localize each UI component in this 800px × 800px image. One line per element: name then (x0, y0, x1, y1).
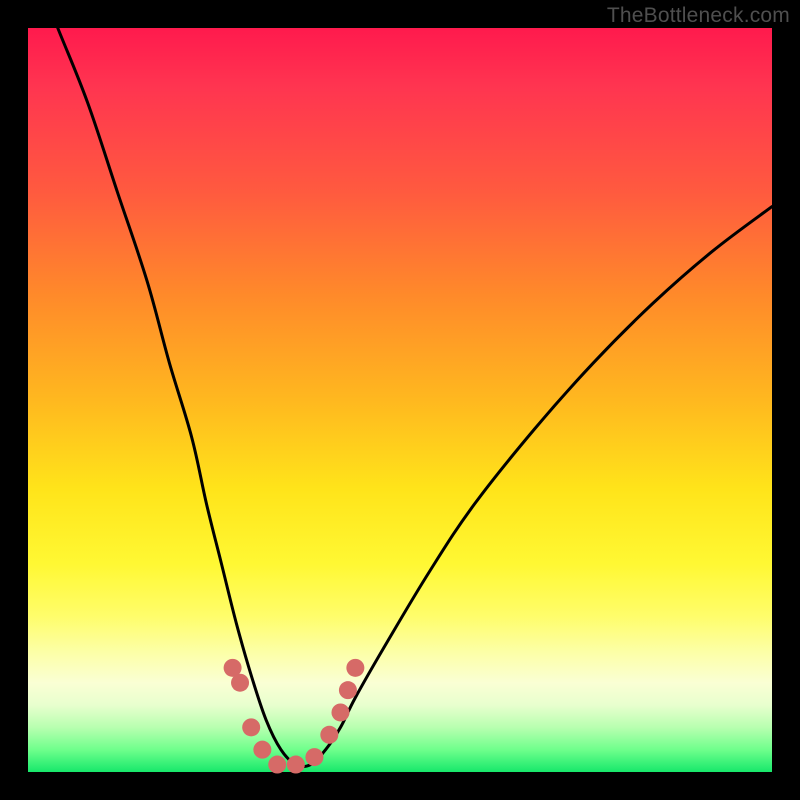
curve-path (28, 0, 772, 767)
marker-dot (331, 703, 349, 721)
chart-svg (28, 28, 772, 772)
marker-dot (346, 659, 364, 677)
plot-area (28, 28, 772, 772)
marker-dot (339, 681, 357, 699)
marker-dot (287, 756, 305, 774)
marker-dot (320, 726, 338, 744)
chart-frame: TheBottleneck.com (0, 0, 800, 800)
marker-dot (253, 741, 271, 759)
marker-dot (305, 748, 323, 766)
marker-dot (268, 756, 286, 774)
highlight-markers (224, 659, 365, 774)
marker-dot (242, 718, 260, 736)
marker-dot (231, 674, 249, 692)
bottleneck-curve (28, 0, 772, 767)
watermark-text: TheBottleneck.com (607, 4, 790, 28)
